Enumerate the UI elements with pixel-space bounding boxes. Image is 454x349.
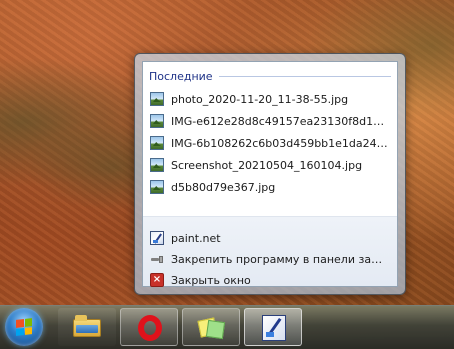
recent-item[interactable]: Screenshot_20210504_160104.jpg: [150, 154, 389, 176]
recent-item-label: Screenshot_20210504_160104.jpg: [171, 158, 363, 172]
taskbar: [0, 305, 454, 349]
recent-item[interactable]: IMG-6b108262c6b03d459bb1e1da2418...: [150, 132, 389, 154]
paintnet-icon: [150, 231, 164, 245]
jump-list-panel: Последние photo_2020-11-20_11-38-55.jpg …: [142, 61, 398, 287]
opera-icon: [138, 315, 162, 341]
taskbar-button-paintnet[interactable]: [244, 308, 302, 346]
section-separator-line: [218, 75, 391, 77]
taskbar-button-explorer[interactable]: [58, 308, 116, 346]
recent-item[interactable]: d5b80d79e367.jpg: [150, 176, 389, 198]
sticky-notes-icon: [197, 316, 226, 340]
start-button[interactable]: [5, 308, 43, 346]
image-file-icon: [150, 136, 164, 150]
recent-item-label: photo_2020-11-20_11-38-55.jpg: [171, 92, 349, 106]
taskbar-button-sticky-notes[interactable]: [182, 308, 240, 346]
recent-item-label: IMG-e612e28d8c49157ea23130f8d1bc...: [171, 114, 389, 128]
task-label: Закрепить программу в панели задач: [171, 252, 389, 266]
task-label: Закрыть окно: [171, 273, 251, 287]
image-file-icon: [150, 180, 164, 194]
windows-start-icon: [16, 318, 32, 336]
jump-list-popup: Последние photo_2020-11-20_11-38-55.jpg …: [134, 53, 406, 295]
recent-item-label: IMG-6b108262c6b03d459bb1e1da2418...: [171, 136, 389, 150]
task-label: paint.net: [171, 231, 221, 245]
recent-item-label: d5b80d79e367.jpg: [171, 180, 276, 194]
image-file-icon: [150, 92, 164, 106]
pin-icon: [150, 252, 164, 266]
close-window-icon: ×: [150, 273, 164, 287]
image-file-icon: [150, 158, 164, 172]
task-open-paintnet[interactable]: paint.net: [150, 227, 389, 249]
recent-item[interactable]: IMG-e612e28d8c49157ea23130f8d1bc...: [150, 110, 389, 132]
folder-icon: [73, 315, 101, 337]
taskbar-button-opera[interactable]: [120, 308, 178, 346]
image-file-icon: [150, 114, 164, 128]
recent-section-title: Последние: [149, 69, 213, 83]
recent-section-header: Последние: [149, 68, 391, 84]
task-close-window[interactable]: × Закрыть окно: [150, 269, 389, 291]
recent-item[interactable]: photo_2020-11-20_11-38-55.jpg: [150, 88, 389, 110]
paintnet-icon: [262, 315, 286, 341]
task-pin-to-taskbar[interactable]: Закрепить программу в панели задач: [150, 248, 389, 270]
